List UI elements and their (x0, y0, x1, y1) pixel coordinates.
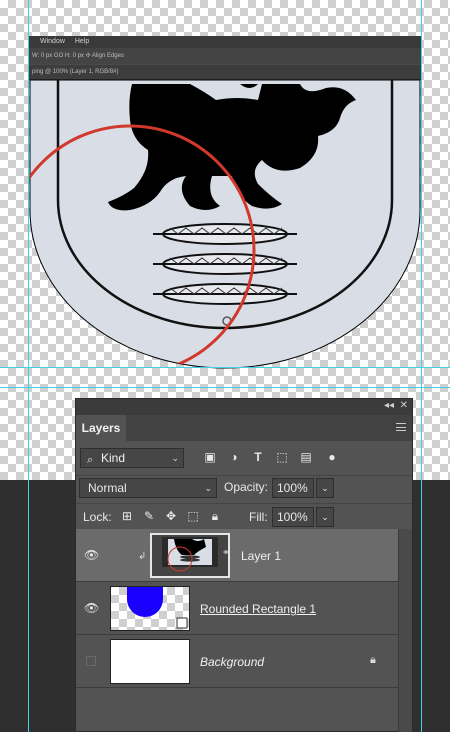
panel-title-bar[interactable]: ◂◂ ✕ (76, 399, 412, 415)
tab-layers[interactable]: Layers (76, 415, 126, 441)
clipping-arrow-icon: ↲ (138, 551, 147, 562)
search-icon: ⌕ (87, 454, 94, 466)
image-filter-icon[interactable]: ▣ (202, 449, 218, 465)
brush-icon[interactable]: ✎ (142, 509, 156, 523)
guide-vertical-left (28, 0, 29, 732)
layer-1-thumbnail[interactable] (150, 533, 230, 578)
filter-kind-label: Kind (101, 451, 126, 465)
filter-toggle-icon[interactable]: ● (324, 449, 340, 465)
layer-row-background[interactable]: Background 🔒︎ (76, 635, 398, 688)
layer-row-layer-1[interactable]: 👁︎ ↲ ⚭ Layer 1 (76, 529, 398, 582)
feathers (153, 223, 297, 305)
canvas-workspace: Window Help W: 0 px GO H: 0 px ✣ Align E… (0, 0, 450, 732)
blend-row: Normal ⌄ Opacity: 100% ⌄ (76, 475, 412, 501)
blend-mode-value: Normal (88, 481, 127, 495)
type-filter-icon[interactable]: T (250, 449, 266, 465)
shield-artwork (29, 79, 421, 369)
opacity-label: Opacity: (224, 480, 269, 494)
eye-icon[interactable]: 👁︎ (84, 601, 99, 615)
opacity-input[interactable]: 100% (272, 478, 314, 498)
chevron-down-icon: ⌄ (204, 483, 212, 493)
layer-name[interactable]: Rounded Rectangle 1 (200, 602, 316, 616)
move-icon[interactable]: ✥ (164, 509, 178, 523)
blend-mode-select[interactable]: Normal ⌄ (79, 478, 217, 498)
visibility-toggle[interactable] (86, 656, 96, 666)
layer-name[interactable]: Layer 1 (241, 549, 281, 563)
fill-label: Fill: (249, 510, 268, 524)
chain-icon[interactable]: ⚭ (222, 547, 230, 558)
guide-vertical-right (421, 0, 422, 732)
panel-tab-row: Layers (76, 415, 412, 441)
shape-filter-icon[interactable]: ⬚ (274, 449, 290, 465)
fill-input[interactable]: 100% (272, 507, 314, 527)
lock-pixels-icon[interactable]: ⊞ (120, 509, 134, 523)
layer-name[interactable]: Background (200, 655, 264, 669)
scrollbar[interactable] (398, 529, 412, 732)
layer-row-rounded-rectangle-1[interactable]: 👁︎ Rounded Rectangle 1 (76, 582, 398, 635)
filter-kind-select[interactable]: ⌕ Kind ⌄ (80, 448, 184, 468)
padlock-icon[interactable]: 🔒︎ (208, 509, 222, 523)
eye-icon[interactable]: 👁︎ (84, 548, 99, 562)
opacity-dropdown-button[interactable]: ⌄ (316, 478, 334, 498)
close-icon[interactable]: ✕ (400, 400, 408, 411)
artboard-icon[interactable]: ⬚ (186, 509, 200, 523)
chevron-down-icon: ⌄ (171, 453, 179, 463)
background-thumbnail[interactable] (110, 639, 190, 684)
guide-horizontal-2 (0, 387, 450, 388)
adjustment-filter-icon[interactable]: ◑ (226, 449, 242, 465)
guide-horizontal-1 (0, 367, 450, 368)
smart-object-filter-icon[interactable]: ▤ (298, 449, 314, 465)
filter-row: ⌕ Kind ⌄ ▣ ◑ T ⬚ ▤ ● (80, 448, 410, 470)
lock-row: Lock: ⊞ ✎ ✥ ⬚ 🔒︎ Fill: 100% ⌄ (76, 503, 412, 529)
collapse-icon[interactable]: ◂◂ (384, 400, 394, 411)
menu-icon[interactable] (396, 423, 406, 431)
layers-panel: ◂◂ ✕ Layers ⌕ Kind ⌄ ▣ ◑ T ⬚ ▤ ● Normal … (75, 398, 413, 732)
fill-dropdown-button[interactable]: ⌄ (316, 507, 334, 527)
rounded-rectangle-thumbnail[interactable] (110, 586, 190, 631)
lock-icon: 🔒︎ (370, 654, 376, 666)
lock-label: Lock: (83, 510, 112, 524)
